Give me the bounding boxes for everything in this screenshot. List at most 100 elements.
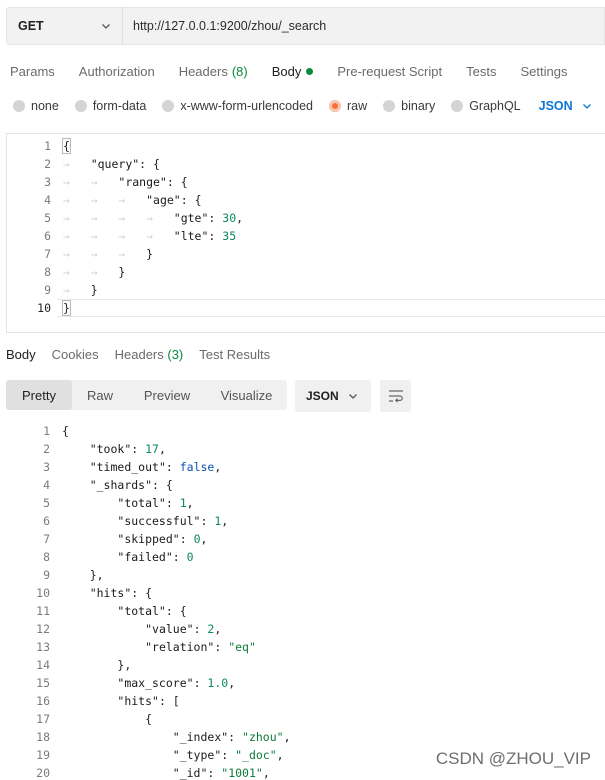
json-punct: : { (152, 478, 173, 492)
tab-params[interactable]: Params (10, 60, 55, 82)
radio-circle-icon (451, 100, 464, 112)
json-punct: : (228, 730, 243, 744)
code-text: "successful": 1, (62, 512, 228, 530)
radio-circle-icon (383, 100, 396, 112)
tab-authorization[interactable]: Authorization (79, 60, 155, 82)
response-tab-headers[interactable]: Headers (3) (115, 347, 184, 365)
json-punct: : [ (158, 694, 180, 708)
wrap-lines-button[interactable] (380, 380, 411, 412)
json-punct: } (62, 300, 71, 316)
code-line: 16 "hits": [ (6, 692, 605, 710)
body-type-label: x-www-form-urlencoded (180, 99, 313, 113)
tab-label: Headers (114, 347, 164, 362)
view-mode-visualize[interactable]: Visualize (206, 380, 287, 410)
code-text: "max_score": 1.0, (62, 674, 235, 692)
current-line-highlight (57, 299, 605, 317)
json-punct: } (90, 283, 98, 297)
body-type-options: none form-data x-www-form-urlencoded raw bin… (13, 97, 593, 115)
radio-circle-icon (13, 100, 25, 112)
body-type-none[interactable]: none (13, 99, 59, 113)
code-text: "failed": 0 (62, 548, 193, 566)
code-text: → "query": { (63, 155, 160, 173)
body-type-binary[interactable]: binary (383, 99, 435, 113)
json-punct: : (214, 640, 229, 654)
response-format-select[interactable]: JSON (295, 380, 371, 412)
json-punct: , (200, 532, 208, 546)
json-string: "zhou" (242, 730, 284, 744)
code-text: { (62, 710, 152, 728)
url-input[interactable]: http://127.0.0.1:9200/zhou/_search (122, 7, 605, 45)
response-tab-body[interactable]: Body (6, 347, 36, 365)
code-line: 4 "_shards": { (6, 476, 605, 494)
view-mode-raw[interactable]: Raw (72, 380, 128, 410)
response-tab-cookies[interactable]: Cookies (52, 347, 99, 365)
json-punct: , (236, 211, 244, 225)
response-tab-test-results[interactable]: Test Results (199, 347, 270, 365)
tab-pre-request-script[interactable]: Pre-request Script (337, 60, 442, 82)
json-key: "total" (117, 496, 166, 510)
tab-settings[interactable]: Settings (520, 60, 567, 82)
view-mode-preview[interactable]: Preview (128, 380, 206, 410)
request-body-editor[interactable]: 1{2 → "query": {3 → → "range": {4 → → → "ag… (6, 133, 605, 333)
json-number: 1.0 (207, 676, 229, 690)
tab-tests[interactable]: Tests (466, 60, 496, 82)
tab-label: Settings (520, 63, 568, 79)
json-punct: , (221, 514, 229, 528)
code-text: "_shards": { (62, 476, 173, 494)
response-tabs: Body Cookies Headers (3) Test Results (6, 347, 286, 365)
body-type-label: GraphQL (469, 99, 521, 113)
line-number: 2 (43, 442, 50, 456)
body-format-select[interactable]: JSON (539, 99, 593, 113)
tab-label: Pre-request Script (337, 63, 443, 79)
line-number: 15 (36, 676, 50, 690)
json-punct: : (200, 514, 215, 528)
json-punct: : (208, 229, 223, 243)
tab-count-badge: (3) (167, 347, 184, 362)
json-key: "skipped" (117, 532, 180, 546)
view-mode-pretty[interactable]: Pretty (6, 380, 72, 410)
url-bar: GET http://127.0.0.1:9200/zhou/_search (6, 7, 605, 45)
line-number: 5 (43, 496, 50, 510)
view-mode-bar: Pretty Raw Preview Visualize (6, 380, 287, 410)
line-number: 5 (44, 211, 51, 225)
method-select[interactable]: GET (6, 7, 122, 45)
body-type-x-www-form-urlencoded[interactable]: x-www-form-urlencoded (162, 99, 313, 113)
json-key: "lte" (173, 229, 209, 243)
json-key: "_id" (172, 766, 208, 780)
line-number: 8 (44, 265, 51, 279)
line-number: 4 (44, 193, 51, 207)
wrap-lines-icon (388, 390, 403, 403)
tab-label: Tests (466, 63, 497, 79)
body-type-form-data[interactable]: form-data (74, 99, 147, 113)
json-punct: : (221, 748, 236, 762)
body-type-label: binary (401, 99, 436, 113)
json-punct: : { (139, 157, 160, 171)
body-type-raw[interactable]: raw (329, 99, 367, 113)
json-key: "hits" (89, 586, 132, 600)
code-text: } (62, 299, 71, 317)
code-line: 11 "total": { (6, 602, 605, 620)
line-number: 1 (44, 139, 51, 153)
code-text: "total": { (62, 602, 186, 620)
json-string: "1001" (221, 766, 263, 780)
tab-headers[interactable]: Headers (8) (179, 60, 248, 82)
line-number: 14 (36, 658, 50, 672)
body-type-graphql[interactable]: GraphQL (451, 99, 521, 113)
tab-label: Body (6, 347, 36, 362)
code-line: 17 { (6, 710, 605, 728)
json-key: "failed" (117, 550, 173, 564)
code-text: "_type": "_doc", (62, 746, 284, 764)
line-number: 18 (36, 730, 50, 744)
line-number: 13 (36, 640, 50, 654)
json-key: "took" (89, 442, 132, 456)
json-key: "_type" (172, 748, 222, 762)
tab-body[interactable]: Body (272, 60, 314, 82)
json-number: 30 (222, 211, 237, 225)
code-text: "_id": "1001", (62, 764, 270, 780)
body-type-label: form-data (92, 99, 147, 113)
json-punct: } (146, 247, 154, 261)
code-line: 13 "relation": "eq" (6, 638, 605, 656)
code-text: → → → → "lte": 35 (63, 227, 236, 245)
line-number: 6 (43, 514, 50, 528)
response-body-viewer[interactable]: 1{2 "took": 17, 3 "timed_out": false, 4 "_… (6, 421, 605, 780)
